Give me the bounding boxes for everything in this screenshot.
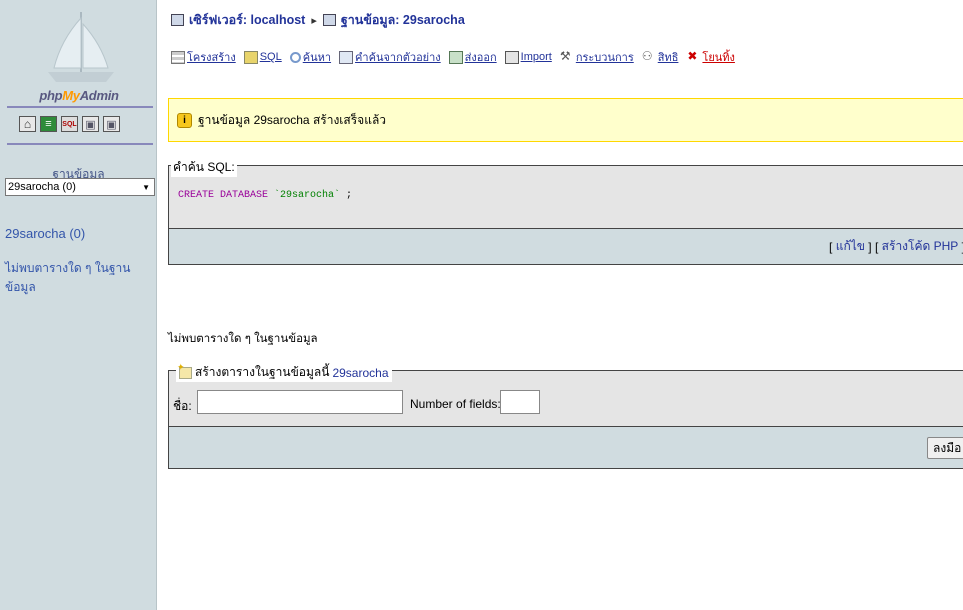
table-name-input[interactable] xyxy=(197,390,403,414)
tab-label: สิทธิ xyxy=(657,52,679,64)
tab-label: ค้นหา xyxy=(302,52,332,64)
structure-icon xyxy=(171,50,185,64)
tab-label: Import xyxy=(520,51,552,63)
ship-logo-icon xyxy=(48,12,114,82)
quick-icons: SQL xyxy=(19,116,120,132)
sql-query-legend: คำค้น SQL: xyxy=(171,158,237,177)
create-table-legend: สร้างตารางในฐานข้อมูลนี้ 29sarocha xyxy=(176,362,392,382)
tab-structure[interactable]: โครงสร้าง xyxy=(171,48,236,66)
no-tables-text: ไม่พบตารางใด ๆ ในฐานข้อมูล xyxy=(5,261,131,294)
database-select[interactable]: 29sarocha (0) ▼ xyxy=(5,178,155,196)
logo-text: phpMyAdmin xyxy=(39,88,119,103)
database-select-value: 29sarocha (0) xyxy=(8,181,76,193)
sql-query-actions: [ แก้ไข ] [ สร้างโค้ด PHP ] xyxy=(168,228,963,265)
tab-export[interactable]: ส่งออก xyxy=(448,48,497,66)
divider xyxy=(7,143,153,145)
success-notice: i ฐานข้อมูล 29sarocha สร้างเสร็จแล้ว xyxy=(168,98,963,142)
main-frame: เซิร์ฟเวอร์: localhost ▸ ฐานข้อมูล: 29sa… xyxy=(157,0,963,610)
navigation-frame: phpMyAdmin SQL ฐานข้อมูล 29sarocha (0) ▼… xyxy=(0,0,157,610)
tab-privileges[interactable]: สิทธิ xyxy=(642,48,679,66)
create-table-actions xyxy=(168,426,963,469)
tab-sql[interactable]: SQL xyxy=(243,48,282,66)
number-of-fields-input[interactable] xyxy=(500,390,540,414)
tab-label: โยนทิ้ง xyxy=(702,52,735,64)
number-of-fields-label: Number of fields: xyxy=(410,397,501,411)
home-icon[interactable] xyxy=(19,116,36,132)
new-table-icon xyxy=(177,362,192,379)
chevron-down-icon: ▼ xyxy=(142,182,150,192)
tab-search[interactable]: ค้นหา xyxy=(289,48,332,66)
sql-query-icon[interactable] xyxy=(40,116,57,132)
current-database-link[interactable]: 29sarocha (0) xyxy=(5,226,85,241)
table-name-label: ชื่อ: xyxy=(173,399,192,413)
sql-icon xyxy=(243,50,258,64)
no-tables-message: ไม่พบตารางใด ๆ ในฐานข้อมูล xyxy=(168,333,318,345)
operations-icon xyxy=(560,49,574,64)
tab-query[interactable]: คำค้นจากตัวอย่าง xyxy=(339,48,441,66)
phpmyadmin-logo[interactable]: phpMyAdmin xyxy=(6,10,152,103)
docs-icon[interactable] xyxy=(82,116,99,132)
go-button[interactable]: ลงมือ xyxy=(927,437,963,459)
drop-icon xyxy=(686,49,700,64)
import-icon xyxy=(504,50,519,64)
breadcrumb-server[interactable]: เซิร์ฟเวอร์: localhost xyxy=(189,10,305,30)
create-table-db-name: 29sarocha xyxy=(332,365,389,380)
privileges-icon xyxy=(642,49,656,64)
tab-label: โครงสร้าง xyxy=(187,52,236,64)
tab-label: ส่งออก xyxy=(464,52,497,64)
search-icon xyxy=(289,51,301,63)
breadcrumb: เซิร์ฟเวอร์: localhost ▸ ฐานข้อมูล: 29sa… xyxy=(171,10,465,30)
tab-drop[interactable]: โยนทิ้ง xyxy=(686,48,735,66)
database-icon xyxy=(322,14,336,26)
sql-query-code: CREATE DATABASE `29sarocha` ; xyxy=(178,190,352,201)
info-icon: i xyxy=(177,112,192,128)
help-icon[interactable] xyxy=(103,116,120,132)
create-table-legend-text: สร้างตารางในฐานข้อมูลนี้ xyxy=(195,365,330,379)
query-icon xyxy=(339,50,354,64)
server-icon xyxy=(171,14,184,26)
notice-text: ฐานข้อมูล 29sarocha สร้างเสร็จแล้ว xyxy=(198,112,387,127)
sql-keyword: CREATE DATABASE xyxy=(178,190,269,201)
create-php-code-link[interactable]: สร้างโค้ด PHP xyxy=(882,237,959,256)
tab-label: SQL xyxy=(259,51,282,63)
edit-query-link[interactable]: แก้ไข xyxy=(836,237,865,256)
export-icon xyxy=(448,50,463,64)
sql-terminator: ; xyxy=(340,190,353,201)
tab-operations[interactable]: กระบวนการ xyxy=(560,48,634,66)
sql-db-name: `29sarocha` xyxy=(274,190,341,201)
tab-label: กระบวนการ xyxy=(575,52,634,64)
divider xyxy=(7,106,153,108)
tab-import[interactable]: Import xyxy=(504,48,552,66)
sql-window-icon[interactable]: SQL xyxy=(61,116,78,132)
chevron-right-icon: ▸ xyxy=(311,14,317,27)
breadcrumb-database[interactable]: ฐานข้อมูล: 29sarocha xyxy=(341,10,465,30)
tab-label: คำค้นจากตัวอย่าง xyxy=(355,52,441,64)
tab-bar: โครงสร้าง SQL ค้นหา คำค้นจากตัวอย่าง ส่ง… xyxy=(171,48,735,66)
